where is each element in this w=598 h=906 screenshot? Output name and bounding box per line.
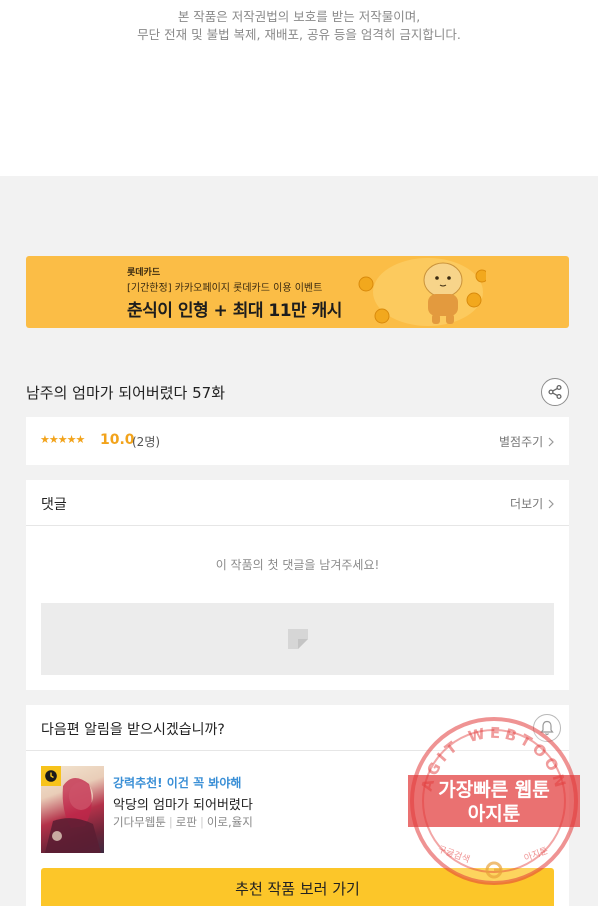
- share-button[interactable]: [541, 378, 569, 406]
- comments-empty-message: 이 작품의 첫 댓글을 남겨주세요!: [215, 558, 380, 572]
- episode-title: 남주의 엄마가 되어버렸다 57화: [26, 384, 225, 402]
- comments-title: 댓글: [41, 497, 67, 513]
- comments-more-label: 더보기: [510, 497, 544, 511]
- comments-header: 댓글 더보기: [26, 480, 569, 526]
- coin-icon: [374, 308, 390, 324]
- chevron-right-icon: [548, 499, 554, 509]
- episode-header: 남주의 엄마가 되어버렸다 57화: [26, 378, 569, 406]
- bell-icon: [540, 720, 554, 736]
- banner-character-art: [358, 258, 486, 326]
- coin-icon: [466, 292, 482, 308]
- share-icon: [548, 384, 562, 400]
- rate-button[interactable]: 별점주기: [499, 433, 555, 450]
- thumbnail-art: [45, 777, 101, 853]
- notification-bell-button[interactable]: [533, 714, 561, 742]
- recommended-meta: 기다무웹툰 | 로판 | 이로,율지: [113, 815, 253, 829]
- meta-type: 기다무웹툰: [113, 815, 166, 829]
- comments-card: 댓글 더보기 이 작품의 첫 댓글을 남겨주세요!: [26, 480, 569, 690]
- chevron-right-icon: [548, 437, 554, 447]
- rating-card: ★★★★★ 10.0 (2명) 별점주기: [26, 417, 569, 465]
- rating-score: 10.0: [100, 432, 135, 448]
- banner-brand: 롯데카드: [127, 268, 161, 278]
- meta-genre: 로판: [175, 815, 197, 829]
- recommended-thumbnail[interactable]: [41, 766, 104, 853]
- notification-header: 다음편 알림을 받으시겠습니까?: [26, 705, 569, 751]
- promo-banner[interactable]: 롯데카드 [기간한정] 카카오페이지 롯데카드 이용 이벤트 춘식이 인형 + …: [26, 256, 569, 328]
- comment-input-box[interactable]: [41, 603, 554, 675]
- comments-more-link[interactable]: 더보기: [510, 495, 555, 512]
- coin-icon: [475, 269, 486, 283]
- recommendation-tag: 강력추천! 이건 꼭 봐야해: [113, 776, 242, 790]
- banner-subtitle: [기간한정] 카카오페이지 롯데카드 이용 이벤트: [127, 283, 323, 294]
- copyright-line-1: 본 작품은 저작권법의 보호를 받는 저작물이며,: [177, 9, 421, 24]
- rating-stars: ★★★★★: [40, 433, 85, 446]
- rate-button-label: 별점주기: [499, 435, 544, 449]
- copyright-notice: 본 작품은 저작권법의 보호를 받는 저작물이며, 무단 전재 및 불법 복제,…: [0, 0, 598, 176]
- recommended-title[interactable]: 악당의 엄마가 되어버렸다: [113, 794, 253, 813]
- meta-author: 이로,율지: [206, 815, 253, 829]
- coin-icon: [358, 276, 374, 292]
- copyright-line-2: 무단 전재 및 불법 복제, 재배포, 공유 등을 엄격히 금지합니다.: [137, 27, 461, 42]
- banner-headline: 춘식이 인형 + 최대 11만 캐시: [127, 301, 342, 321]
- rating-count: (2명): [132, 435, 161, 449]
- notification-card: 다음편 알림을 받으시겠습니까? 강력추천! 이건 꼭 봐야해 악당의 엄마가 …: [26, 705, 569, 906]
- comment-placeholder-icon: [287, 629, 308, 649]
- recommendation-button[interactable]: 추천 작품 보러 가기: [41, 868, 554, 906]
- notification-question: 다음편 알림을 받으시겠습니까?: [41, 722, 225, 738]
